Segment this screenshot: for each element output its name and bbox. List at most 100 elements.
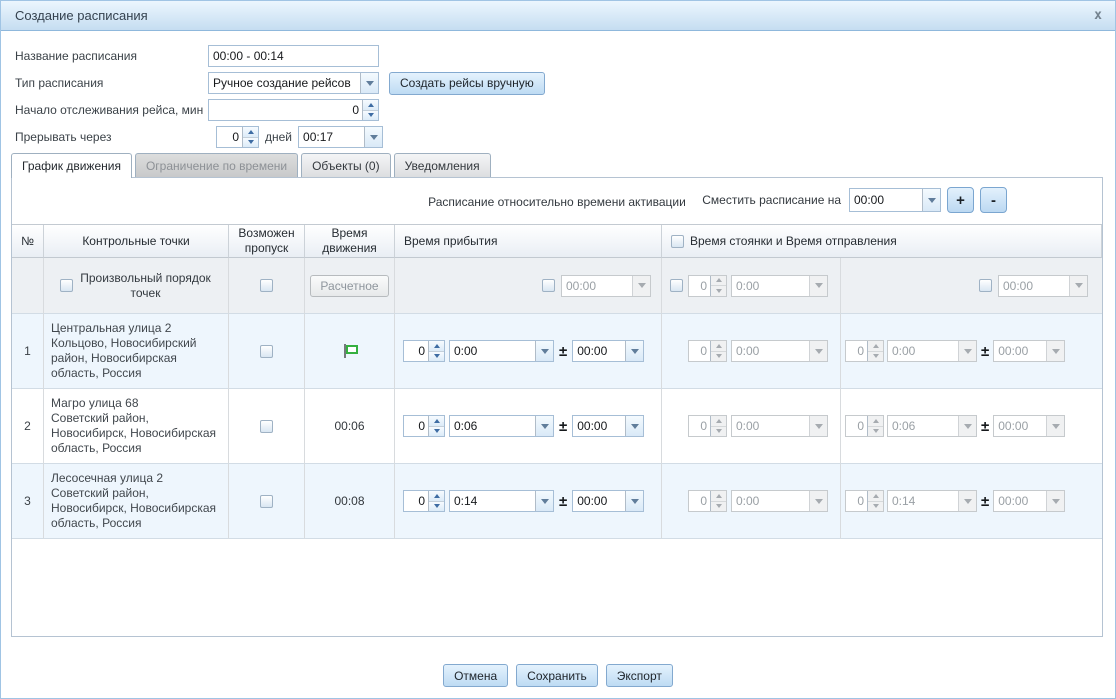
spinner-up-icon[interactable] [429,416,444,426]
spinner-trigger[interactable] [428,341,444,361]
dropdown-arrow-icon[interactable] [958,341,976,361]
dropdown-arrow-icon[interactable] [809,341,827,361]
departure-time-input[interactable] [888,491,958,511]
spinner-down-icon[interactable] [363,110,378,121]
departure-tolerance-combo[interactable] [993,340,1065,362]
spinner-down-icon[interactable] [868,501,883,512]
tab-schedule-graph[interactable]: График движения [11,153,132,178]
arrival-time-input[interactable] [450,341,535,361]
spinner-trigger[interactable] [867,416,883,436]
save-button[interactable]: Сохранить [516,664,598,687]
spinner-up-icon[interactable] [363,100,378,110]
stop-time-input[interactable] [732,341,809,361]
dropdown-arrow-icon[interactable] [809,416,827,436]
arrival-time-combo[interactable] [449,415,554,437]
skip-checkbox[interactable] [260,420,273,433]
stop-minutes-spinner[interactable] [688,490,727,512]
arrival-tolerance-input[interactable] [573,341,625,361]
schedule-name-field[interactable] [208,45,379,67]
stop-departure-checkbox[interactable] [671,235,684,248]
arrival-time-combo[interactable] [449,490,554,512]
spinner-up-icon[interactable] [711,491,726,501]
skip-all-checkbox[interactable] [260,279,273,292]
arrival-all-combo[interactable] [561,275,651,297]
spinner-down-icon[interactable] [243,137,258,148]
spinner-down-icon[interactable] [429,426,444,437]
dropdown-arrow-icon[interactable] [535,341,553,361]
interrupt-time-input[interactable] [299,127,364,147]
stop-all-checkbox[interactable] [670,279,683,292]
departure-time-input[interactable] [888,341,958,361]
departure-all-checkbox[interactable] [979,279,992,292]
dropdown-arrow-icon[interactable] [958,491,976,511]
arrival-minutes-input[interactable] [404,341,428,361]
arrival-time-input[interactable] [450,491,535,511]
arrival-tolerance-input[interactable] [573,416,625,436]
stop-time-input[interactable] [732,491,809,511]
spinner-up-icon[interactable] [868,491,883,501]
departure-time-input[interactable] [888,416,958,436]
spinner-up-icon[interactable] [868,341,883,351]
dropdown-arrow-icon[interactable] [1046,341,1064,361]
spinner-down-icon[interactable] [868,351,883,362]
arrival-minutes-input[interactable] [404,491,428,511]
departure-minutes-spinner[interactable] [845,490,884,512]
skip-checkbox[interactable] [260,495,273,508]
spinner-down-icon[interactable] [711,501,726,512]
stop-all-combo[interactable] [731,275,828,297]
arrival-minutes-spinner[interactable] [403,340,445,362]
dropdown-arrow-icon[interactable] [1046,491,1064,511]
spinner-up-icon[interactable] [868,416,883,426]
stop-minutes-input[interactable] [689,341,710,361]
dropdown-arrow-icon[interactable] [535,491,553,511]
departure-minutes-input[interactable] [846,341,867,361]
schedule-type-combo[interactable] [208,72,379,94]
stop-time-combo[interactable] [731,415,828,437]
shift-time-input[interactable] [850,189,922,211]
spinner-trigger[interactable] [710,491,726,511]
stop-minutes-spinner[interactable] [688,415,727,437]
spinner-down-icon[interactable] [868,426,883,437]
arrival-tolerance-combo[interactable] [572,490,644,512]
stop-minutes-input[interactable] [689,491,710,511]
spinner-down-icon[interactable] [429,501,444,512]
stop-minutes-spinner[interactable] [688,340,727,362]
tab-time-limit[interactable]: Ограничение по времени [135,153,298,177]
arrival-minutes-spinner[interactable] [403,415,445,437]
spinner-trigger[interactable] [362,100,378,120]
shift-minus-button[interactable]: - [980,187,1007,213]
arrival-tolerance-combo[interactable] [572,340,644,362]
departure-tolerance-input[interactable] [994,341,1046,361]
dropdown-arrow-icon[interactable] [625,341,643,361]
dropdown-arrow-icon[interactable] [809,491,827,511]
spinner-up-icon[interactable] [243,127,258,137]
departure-minutes-input[interactable] [846,416,867,436]
spinner-trigger[interactable] [867,341,883,361]
spinner-down-icon[interactable] [711,426,726,437]
spinner-up-icon[interactable] [711,341,726,351]
spinner-up-icon[interactable] [711,416,726,426]
dropdown-arrow-icon[interactable] [625,491,643,511]
stop-minutes-input[interactable] [689,416,710,436]
spinner-trigger[interactable] [867,491,883,511]
arrival-all-checkbox[interactable] [542,279,555,292]
dropdown-arrow-icon[interactable] [364,127,382,147]
departure-minutes-spinner[interactable] [845,340,884,362]
interrupt-days-input[interactable] [217,127,242,147]
arrival-tolerance-input[interactable] [573,491,625,511]
interrupt-time-combo[interactable] [298,126,383,148]
spinner-trigger[interactable] [242,127,258,147]
dropdown-arrow-icon[interactable] [535,416,553,436]
departure-all-input[interactable] [999,276,1069,296]
close-icon[interactable]: x [1094,8,1102,23]
departure-time-combo[interactable] [887,415,977,437]
cancel-button[interactable]: Отмена [443,664,508,687]
departure-tolerance-combo[interactable] [993,415,1065,437]
spinner-trigger[interactable] [428,491,444,511]
stop-all-time-input[interactable] [732,276,809,296]
tracking-start-input[interactable] [209,100,362,120]
departure-time-combo[interactable] [887,490,977,512]
spinner-trigger[interactable] [428,416,444,436]
departure-tolerance-combo[interactable] [993,490,1065,512]
shift-plus-button[interactable]: + [947,187,974,213]
